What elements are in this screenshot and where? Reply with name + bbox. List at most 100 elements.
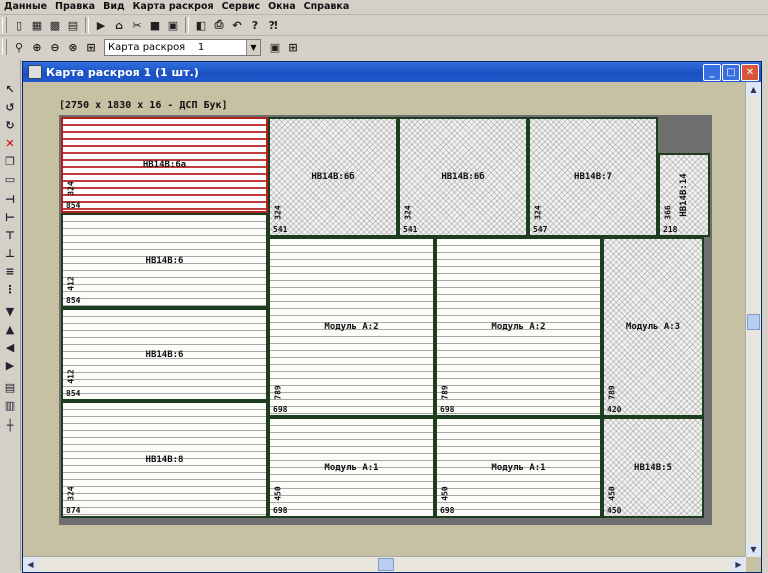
menu-bar: Данные Правка Вид Карта раскроя Сервис О… — [0, 0, 768, 15]
layers-icon[interactable]: ▤ — [65, 17, 81, 33]
context-help-icon[interactable]: ⁈ — [265, 17, 281, 33]
save-all-icon[interactable]: ▣ — [165, 17, 181, 33]
close-button[interactable]: ✕ — [741, 64, 759, 81]
move-down-icon[interactable]: ▼ — [2, 304, 18, 319]
part-width-label: 854 — [66, 201, 81, 210]
part-13[interactable]: НВ14В:5 450 450 — [602, 417, 704, 518]
part-height-label: 450 — [607, 486, 617, 501]
horizontal-scroll-thumb[interactable] — [378, 558, 394, 571]
part-9[interactable]: Модуль А:3 789 420 — [602, 237, 704, 417]
part-name: Модуль А:2 — [324, 322, 379, 332]
menu-edit[interactable]: Правка — [51, 0, 99, 14]
window-titlebar[interactable]: Карта раскроя 1 (1 шт.) _ □ ✕ — [23, 62, 761, 82]
move-left-icon[interactable]: ◀ — [2, 340, 18, 355]
print-icon[interactable]: ⎙ — [211, 17, 227, 33]
vertical-scrollbar[interactable]: ▲ ▼ — [745, 82, 761, 557]
align-left-icon[interactable]: ⊣ — [2, 192, 18, 207]
cut-icon[interactable]: ✂ — [129, 17, 145, 33]
zoom-select-icon[interactable]: ⊞ — [83, 39, 99, 55]
part-12[interactable]: Модуль А:1 450 698 — [435, 417, 602, 518]
table-icon[interactable]: ▦ — [29, 17, 45, 33]
part-3[interactable]: НВ14В:7 324 547 — [528, 117, 658, 237]
align-top-icon[interactable]: ⊤ — [2, 228, 18, 243]
scroll-left-icon[interactable]: ◀ — [24, 558, 37, 571]
help-icon[interactable]: ? — [247, 17, 263, 33]
preview-icon[interactable]: ◧ — [193, 17, 209, 33]
part-name: НВ14В:5 — [634, 462, 672, 473]
rotate-cw-icon[interactable]: ↻ — [2, 118, 18, 133]
part-1[interactable]: НВ14В:6б 324 541 — [268, 117, 398, 237]
part-width-label: 874 — [66, 506, 81, 515]
play-icon[interactable]: ▶ — [93, 17, 109, 33]
scroll-right-icon[interactable]: ▶ — [732, 558, 745, 571]
move-up-icon[interactable]: ▲ — [2, 322, 18, 337]
part-11[interactable]: Модуль А:1 450 698 — [268, 417, 435, 518]
horizontal-scrollbar[interactable]: ◀ ▶ — [23, 556, 746, 572]
chevron-down-icon[interactable]: ▼ — [246, 39, 260, 55]
part-name: Модуль А:2 — [491, 322, 546, 332]
menu-windows[interactable]: Окна — [264, 0, 300, 14]
menu-view[interactable]: Вид — [99, 0, 129, 14]
vertical-scroll-thumb[interactable] — [747, 314, 760, 330]
part-width-label: 420 — [607, 405, 622, 414]
part-8[interactable]: Модуль А:2 789 698 — [435, 237, 602, 417]
minimize-button[interactable]: _ — [703, 64, 721, 81]
part-5[interactable]: НВ14В:6 412 854 — [61, 213, 268, 308]
align-bottom-icon[interactable]: ⊥ — [2, 246, 18, 261]
grid-icon[interactable]: ▩ — [47, 17, 63, 33]
part-width-label: 541 — [403, 225, 418, 234]
part-name: Модуль А:1 — [491, 462, 546, 473]
paste-icon[interactable]: ▭ — [2, 172, 18, 187]
part-height-label: 450 — [440, 486, 450, 501]
align-right-icon[interactable]: ⊢ — [2, 210, 18, 225]
spacing-icon[interactable]: ⋮ — [2, 282, 18, 297]
part-height-label: 789 — [440, 385, 450, 400]
toolbar-grip[interactable] — [2, 17, 7, 33]
menu-cutting-map[interactable]: Карта раскроя — [129, 0, 218, 14]
sheet-canvas[interactable]: НВ14В:6а 324 854 НВ14В:6б 324 541 НВ14В:6б 324 5… — [59, 115, 712, 525]
tile-icon[interactable]: ⊞ — [285, 39, 301, 55]
rotate-ccw-icon[interactable]: ↺ — [2, 100, 18, 115]
part-name: НВ14В:6 — [145, 349, 184, 360]
part-10[interactable]: НВ14В:8 324 874 — [61, 401, 268, 518]
pointer-icon[interactable]: ↖ — [2, 82, 18, 97]
ungroup-icon[interactable]: ▥ — [2, 398, 18, 413]
part-7[interactable]: Модуль А:2 789 698 — [268, 237, 435, 417]
part-6[interactable]: НВ14В:6 412 854 — [61, 308, 268, 401]
menu-service[interactable]: Сервис — [218, 0, 265, 14]
maximize-button[interactable]: □ — [722, 64, 740, 81]
map-select-value: Карта раскроя 1 — [108, 41, 205, 53]
open-icon[interactable]: ⌂ — [111, 17, 127, 33]
group-icon[interactable]: ▤ — [2, 380, 18, 395]
map-select-combo[interactable]: Карта раскроя 1 ▼ — [104, 38, 261, 56]
toolbar-separator — [185, 17, 189, 33]
scroll-up-icon[interactable]: ▲ — [747, 83, 760, 96]
part-0[interactable]: НВ14В:6а 324 854 — [61, 117, 268, 213]
part-height-label: 412 — [66, 276, 76, 291]
zoom-in-icon[interactable]: ⊕ — [29, 39, 45, 55]
zoom-fit-icon[interactable]: ⊗ — [65, 39, 81, 55]
window-layout-icon[interactable]: ▣ — [267, 39, 283, 55]
zoom-icon[interactable]: ⚲ — [11, 39, 27, 55]
menu-data[interactable]: Данные — [0, 0, 51, 14]
part-4[interactable]: НВ14В:14 366 218 — [658, 153, 710, 237]
part-width-label: 698 — [273, 405, 288, 414]
toolbar-grip[interactable] — [2, 39, 7, 55]
part-2[interactable]: НВ14В:6б 324 541 — [398, 117, 528, 237]
undo-icon[interactable]: ↶ — [229, 17, 245, 33]
delete-icon[interactable]: ✕ — [2, 136, 18, 151]
scroll-down-icon[interactable]: ▼ — [747, 543, 760, 556]
part-width-label: 218 — [663, 225, 678, 234]
zoom-out-icon[interactable]: ⊖ — [47, 39, 63, 55]
part-name: НВ14В:8 — [145, 454, 184, 465]
move-right-icon[interactable]: ▶ — [2, 358, 18, 373]
copy-icon[interactable]: ❐ — [2, 154, 18, 169]
distribute-icon[interactable]: ≡ — [2, 264, 18, 279]
menu-help[interactable]: Справка — [300, 0, 354, 14]
toolbar-separator — [85, 17, 89, 33]
cut-line-icon[interactable]: ┼ — [2, 418, 18, 433]
new-icon[interactable]: ▯ — [11, 17, 27, 33]
part-width-label: 450 — [607, 506, 622, 515]
save-icon[interactable]: ■ — [147, 17, 163, 33]
view-toolbar: ⚲ ⊕ ⊖ ⊗ ⊞ Карта раскроя 1 ▼ ▣ ⊞ — [0, 37, 330, 57]
